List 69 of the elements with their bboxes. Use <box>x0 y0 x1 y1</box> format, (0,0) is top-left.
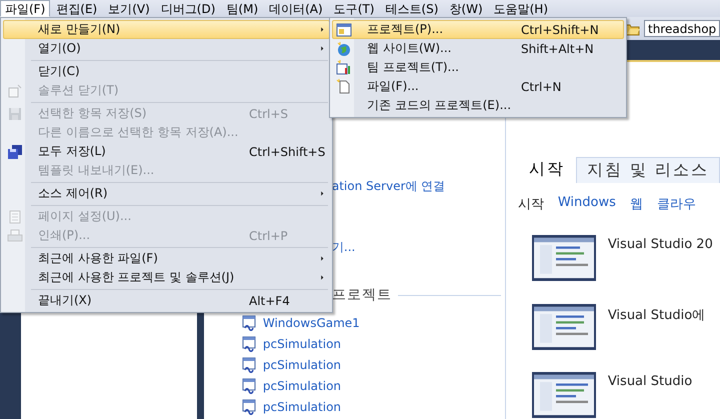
menu-item[interactable]: 파일(F)... Ctrl+N <box>332 77 624 96</box>
menu-bar-item[interactable]: 보기(V) <box>103 0 155 17</box>
menu-item[interactable]: 새로 만들기(N) <box>3 20 330 39</box>
page-icon <box>7 208 23 224</box>
menu-item[interactable]: 열기(O) <box>3 39 330 58</box>
project-link[interactable]: pcSimulation <box>262 378 342 392</box>
submenu-arrow-icon <box>318 274 326 281</box>
document-icon <box>336 78 352 94</box>
article-title[interactable]: Visual Studio <box>608 374 692 419</box>
sub-tab[interactable]: 웹 <box>630 195 643 213</box>
screenshot-thumbnail <box>532 304 596 350</box>
section-heading: 프로젝트 <box>332 286 392 304</box>
link[interactable]: 기... <box>332 239 356 256</box>
shortcut-label: Shift+Alt+N <box>521 42 594 56</box>
submenu-arrow-icon <box>318 255 326 262</box>
project-icon <box>242 336 258 352</box>
screenshot-thumbnail <box>532 372 596 418</box>
window-icon <box>336 22 352 38</box>
menu-item[interactable]: 웹 사이트(W)... Shift+Alt+N <box>332 39 624 58</box>
submenu-arrow-icon <box>318 190 326 197</box>
solution-field[interactable]: threadshop <box>644 20 720 37</box>
menu-bar-item[interactable]: 테스트(S) <box>380 0 444 17</box>
article-title[interactable]: Visual Studio에 <box>608 306 706 350</box>
sub-tab[interactable]: Windows <box>558 195 616 213</box>
project-icon <box>242 314 258 330</box>
menu-item[interactable]: 소스 제어(R) <box>3 184 330 203</box>
floppy-disks-icon <box>7 144 23 160</box>
printer-icon <box>7 228 23 244</box>
menu-item[interactable]: 최근에 사용한 파일(F) <box>3 249 330 268</box>
tab[interactable]: 시작 <box>518 156 576 183</box>
tab[interactable]: 지침 및 리소스 <box>576 157 720 183</box>
project-link[interactable]: pcSimulation <box>262 358 342 372</box>
menu-item[interactable]: 기존 코드의 프로젝트(E)... <box>332 96 624 115</box>
chart-window-icon <box>336 60 352 76</box>
menu-item[interactable]: 끝내기(X) Alt+F4 <box>3 291 330 310</box>
menu-bar-item[interactable]: 파일(F) <box>0 0 50 17</box>
menu-item[interactable]: 프로젝트(P)... Ctrl+Shift+N <box>332 20 624 39</box>
project-icon <box>242 378 258 394</box>
menu-bar-item[interactable]: 편집(E) <box>51 0 102 17</box>
shortcut-label: Ctrl+S <box>249 106 288 120</box>
menu-bar-item[interactable]: 디버그(D) <box>156 0 220 17</box>
submenu-arrow-icon <box>318 26 326 33</box>
submenu-arrow-icon <box>318 45 326 52</box>
menu-bar-item[interactable]: 도움말(H) <box>488 0 554 17</box>
globe-icon <box>336 40 352 56</box>
menu-item[interactable]: 닫기(C) <box>3 62 330 81</box>
project-link[interactable]: pcSimulation <box>262 336 342 350</box>
link[interactable]: ation Server에 연결 <box>332 178 446 195</box>
shortcut-label: Alt+F4 <box>249 294 290 308</box>
project-link[interactable]: WindowsGame1 <box>262 316 360 330</box>
shortcut-label: Ctrl+Shift+N <box>521 22 599 36</box>
window-icon <box>7 82 23 98</box>
project-icon <box>242 356 258 372</box>
sub-tab[interactable]: 시작 <box>518 195 544 213</box>
article-title[interactable]: Visual Studio 20 <box>608 237 713 282</box>
project-icon <box>242 398 258 414</box>
menu-item[interactable]: 팀 프로젝트(T)... <box>332 58 624 77</box>
menu-bar-item[interactable]: 팀(M) <box>221 0 264 17</box>
sub-tab[interactable]: 클라우 <box>656 195 696 213</box>
menu-item[interactable]: 최근에 사용한 프로젝트 및 솔루션(J) <box>3 268 330 287</box>
menu-item[interactable]: 모두 저장(L) Ctrl+Shift+S <box>3 142 330 161</box>
project-link[interactable]: pcSimulation <box>262 400 342 414</box>
screenshot-thumbnail <box>532 235 596 281</box>
shortcut-label: Ctrl+Shift+S <box>249 144 326 158</box>
menu-bar-item[interactable]: 창(W) <box>444 0 488 17</box>
menu-bar-item[interactable]: 데이터(A) <box>264 0 328 17</box>
menu-bar-item[interactable]: 도구(T) <box>328 0 380 17</box>
shortcut-label: Ctrl+N <box>521 80 562 94</box>
shortcut-label: Ctrl+P <box>249 228 288 242</box>
